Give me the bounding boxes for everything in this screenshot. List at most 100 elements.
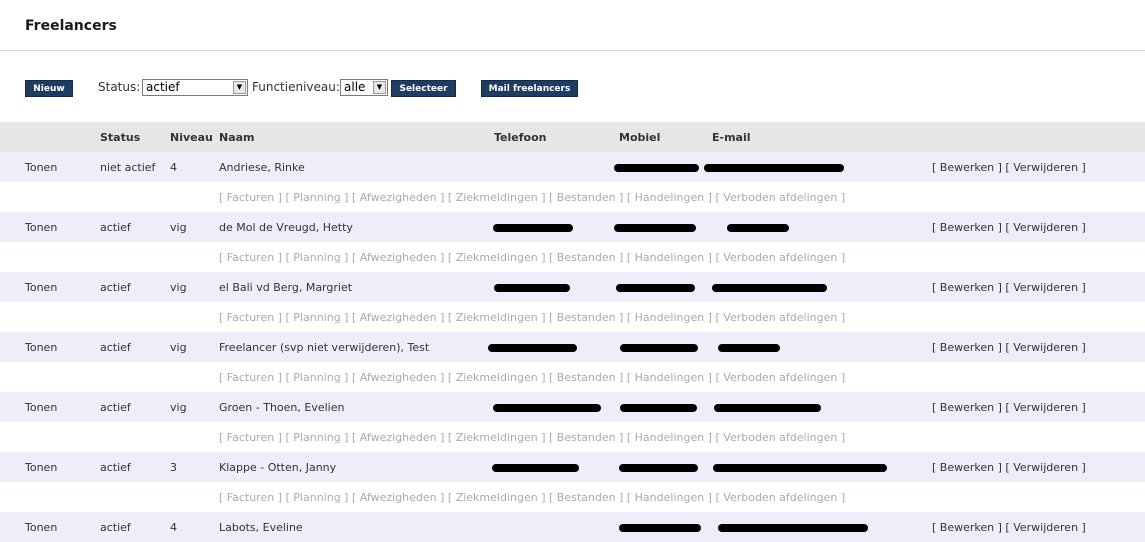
sublink[interactable]: [ Planning ] <box>286 431 349 444</box>
row-status: actief <box>100 392 170 422</box>
row-naam: Freelancer (svp niet verwijderen), Test <box>219 332 494 362</box>
column-header-email[interactable]: E-mail <box>712 122 922 152</box>
sublink[interactable]: [ Bestanden ] <box>549 491 623 504</box>
delete-link[interactable]: [ Verwijderen ] <box>1005 521 1085 534</box>
sublink[interactable]: [ Handelingen ] <box>627 311 712 324</box>
sublink[interactable]: [ Handelingen ] <box>627 431 712 444</box>
table-subrow: [ Facturen ] [ Planning ] [ Afwezigheden… <box>0 482 1145 512</box>
delete-link[interactable]: [ Verwijderen ] <box>1005 401 1085 414</box>
sublink[interactable]: [ Afwezigheden ] <box>352 251 444 264</box>
sublink[interactable]: [ Bestanden ] <box>549 191 623 204</box>
redacted-block <box>619 463 698 472</box>
sublink[interactable]: [ Verboden afdelingen ] <box>715 491 845 504</box>
show-link[interactable]: Tonen <box>0 512 100 542</box>
sublink[interactable]: [ Planning ] <box>286 251 349 264</box>
redacted-block <box>620 403 697 412</box>
sublink[interactable]: [ Afwezigheden ] <box>352 491 444 504</box>
functieniveau-select-value: alle <box>344 80 366 94</box>
row-naam: de Mol de Vreugd, Hetty <box>219 212 494 242</box>
show-link[interactable]: Tonen <box>0 392 100 422</box>
delete-link[interactable]: [ Verwijderen ] <box>1005 161 1085 174</box>
edit-link[interactable]: [ Bewerken ] <box>932 461 1002 474</box>
row-telefoon <box>494 272 619 302</box>
show-link[interactable]: Tonen <box>0 332 100 362</box>
delete-link[interactable]: [ Verwijderen ] <box>1005 341 1085 354</box>
sublinks: [ Facturen ] [ Planning ] [ Afwezigheden… <box>219 182 1145 212</box>
sublink[interactable]: [ Handelingen ] <box>627 491 712 504</box>
sublink[interactable]: [ Verboden afdelingen ] <box>715 431 845 444</box>
row-niveau: vig <box>170 272 219 302</box>
sublink[interactable]: [ Ziekmeldingen ] <box>448 491 546 504</box>
status-select-value: actief <box>146 80 180 94</box>
sublink[interactable]: [ Handelingen ] <box>627 191 712 204</box>
sublink[interactable]: [ Ziekmeldingen ] <box>448 191 546 204</box>
sublink[interactable]: [ Afwezigheden ] <box>352 431 444 444</box>
sublink[interactable]: [ Facturen ] <box>219 191 282 204</box>
sublink[interactable]: [ Ziekmeldingen ] <box>448 251 546 264</box>
sublink[interactable]: [ Verboden afdelingen ] <box>715 311 845 324</box>
edit-link[interactable]: [ Bewerken ] <box>932 341 1002 354</box>
sublink[interactable]: [ Planning ] <box>286 311 349 324</box>
mail-freelancers-button[interactable]: Mail freelancers <box>481 80 578 97</box>
row-naam: el Bali vd Berg, Margriet <box>219 272 494 302</box>
show-link[interactable]: Tonen <box>0 212 100 242</box>
delete-link[interactable]: [ Verwijderen ] <box>1005 461 1085 474</box>
show-link[interactable]: Tonen <box>0 452 100 482</box>
sublink[interactable]: [ Facturen ] <box>219 251 282 264</box>
functieniveau-select[interactable]: alle ▼ <box>340 79 388 96</box>
column-header-status[interactable]: Status <box>100 122 170 152</box>
table-header: Status Niveau Naam Telefoon Mobiel E-mai… <box>0 122 1145 152</box>
column-header-telefoon[interactable]: Telefoon <box>494 122 619 152</box>
sublink[interactable]: [ Facturen ] <box>219 491 282 504</box>
row-email <box>712 452 922 482</box>
edit-link[interactable]: [ Bewerken ] <box>932 521 1002 534</box>
edit-link[interactable]: [ Bewerken ] <box>932 281 1002 294</box>
sublink[interactable]: [ Bestanden ] <box>549 431 623 444</box>
redacted-block <box>616 283 695 292</box>
freelancers-table: Status Niveau Naam Telefoon Mobiel E-mai… <box>0 122 1145 542</box>
select-button[interactable]: Selecteer <box>391 80 456 97</box>
column-header <box>0 122 100 152</box>
edit-link[interactable]: [ Bewerken ] <box>932 161 1002 174</box>
table-row: Tonen actief vig Freelancer (svp niet verwi… <box>0 332 1145 362</box>
sublink[interactable]: [ Bestanden ] <box>549 251 623 264</box>
sublink[interactable]: [ Facturen ] <box>219 311 282 324</box>
sublink[interactable]: [ Bestanden ] <box>549 371 623 384</box>
row-niveau: 4 <box>170 512 219 542</box>
delete-link[interactable]: [ Verwijderen ] <box>1005 221 1085 234</box>
row-naam: Klappe - Otten, Janny <box>219 452 494 482</box>
sublink[interactable]: [ Ziekmeldingen ] <box>448 311 546 324</box>
edit-link[interactable]: [ Bewerken ] <box>932 401 1002 414</box>
row-actions: [ Bewerken ] [ Verwijderen ] <box>922 212 1145 242</box>
sublink[interactable]: [ Planning ] <box>286 491 349 504</box>
sublink[interactable]: [ Afwezigheden ] <box>352 191 444 204</box>
sublink[interactable]: [ Bestanden ] <box>549 311 623 324</box>
new-button[interactable]: Nieuw <box>25 80 73 97</box>
row-email <box>704 152 922 182</box>
show-link[interactable]: Tonen <box>0 272 100 302</box>
column-header-mobiel[interactable]: Mobiel <box>619 122 712 152</box>
sublink[interactable]: [ Handelingen ] <box>627 371 712 384</box>
sublink[interactable]: [ Afwezigheden ] <box>352 311 444 324</box>
column-header-niveau[interactable]: Niveau <box>170 122 219 152</box>
sublink[interactable]: [ Facturen ] <box>219 371 282 384</box>
sublink[interactable]: [ Afwezigheden ] <box>352 371 444 384</box>
sublink[interactable]: [ Planning ] <box>286 371 349 384</box>
sublink[interactable]: [ Ziekmeldingen ] <box>448 371 546 384</box>
redacted-block <box>614 163 699 172</box>
sublink[interactable]: [ Planning ] <box>286 191 349 204</box>
status-select[interactable]: actief ▼ <box>142 79 248 96</box>
sublink[interactable]: [ Handelingen ] <box>627 251 712 264</box>
sublink[interactable]: [ Verboden afdelingen ] <box>715 371 845 384</box>
sublink[interactable]: [ Ziekmeldingen ] <box>448 431 546 444</box>
show-link[interactable]: Tonen <box>0 152 100 182</box>
status-label: Status: <box>98 80 141 94</box>
sublink[interactable]: [ Verboden afdelingen ] <box>715 251 845 264</box>
table-row: Tonen niet actief 4 Andriese, Rinke [ Bewerk… <box>0 152 1145 182</box>
delete-link[interactable]: [ Verwijderen ] <box>1005 281 1085 294</box>
column-header-naam[interactable]: Naam <box>219 122 494 152</box>
sublink[interactable]: [ Verboden afdelingen ] <box>715 191 845 204</box>
row-mobiel <box>614 152 712 182</box>
sublink[interactable]: [ Facturen ] <box>219 431 282 444</box>
edit-link[interactable]: [ Bewerken ] <box>932 221 1002 234</box>
